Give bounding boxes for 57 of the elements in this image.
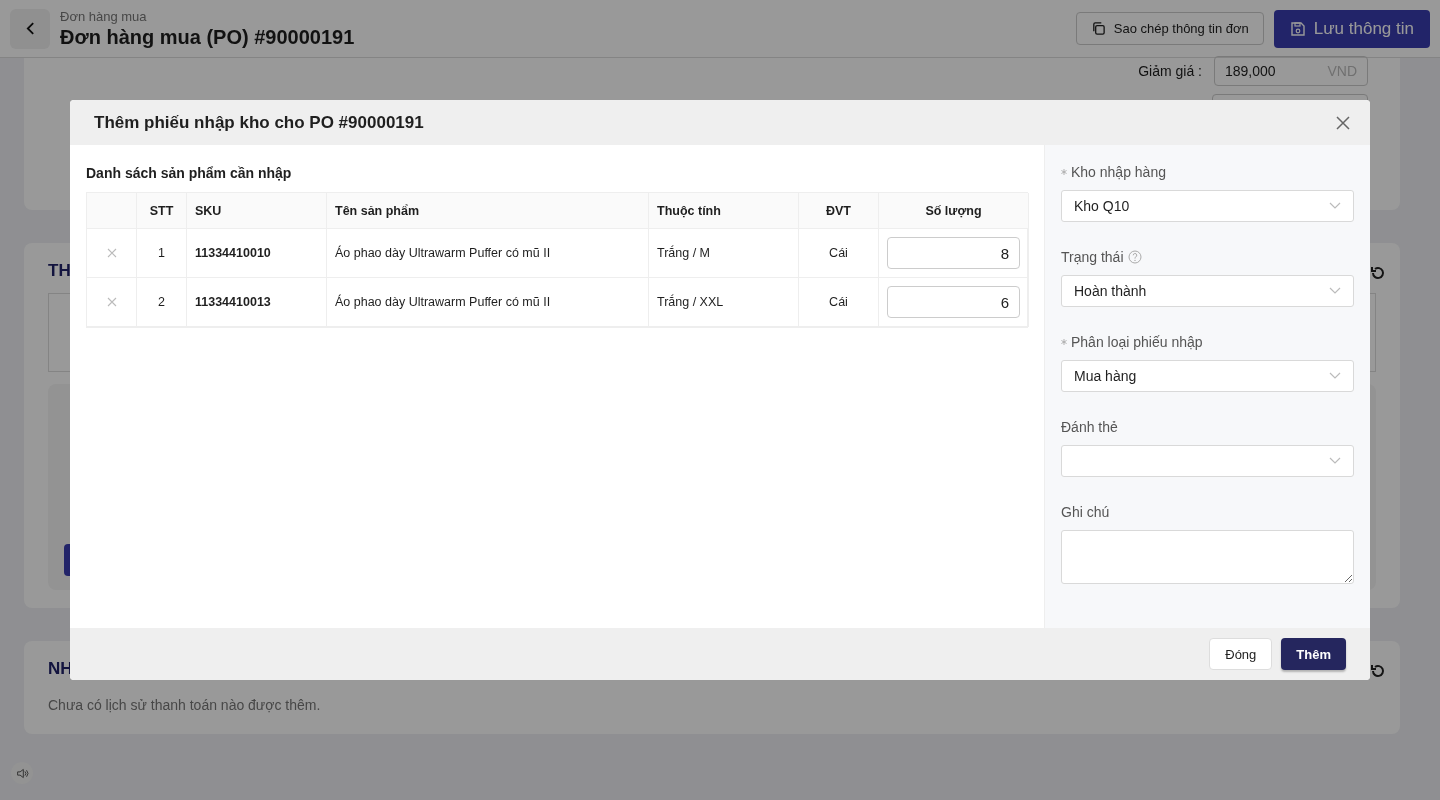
copy-icon (1090, 21, 1106, 36)
table-cell: Áo phao dày Ultrawarm Puffer có mũ II (327, 278, 649, 328)
select-field[interactable]: Hoàn thành (1061, 275, 1354, 308)
close-icon (106, 248, 117, 259)
remove-button[interactable] (106, 248, 117, 259)
chevron-down-icon (1329, 287, 1341, 296)
quantity-field[interactable]: 8 (887, 237, 1020, 270)
close-icon (1336, 115, 1350, 130)
column-header: STT (137, 193, 187, 230)
close-dialog-button[interactable]: Đóng (1209, 638, 1273, 671)
chevron-down-icon (1329, 457, 1341, 466)
speaker-icon (15, 766, 29, 780)
table-cell: 11334410010 (187, 229, 327, 279)
select-field[interactable] (1061, 445, 1354, 478)
save-button[interactable]: Lưu thông tin (1273, 9, 1430, 48)
table-cell: Cái (799, 278, 879, 328)
column-header: Thuộc tính (649, 193, 799, 230)
dialog-title: Thêm phiếu nhập kho cho PO #90000191 (94, 112, 424, 133)
chevron-down-icon (1329, 372, 1341, 381)
help-icon[interactable] (1127, 249, 1142, 264)
empty-message: Chưa có lịch sử thanh toán nào được thêm. (48, 697, 322, 713)
column-header: ĐVT (799, 193, 879, 230)
section-title: Danh sách sản phẩm cần nhập (86, 165, 293, 182)
close-button[interactable] (1336, 115, 1350, 130)
field-label: Phân loại phiếu nhập (1071, 333, 1203, 350)
select-field[interactable]: Kho Q10 (1061, 190, 1354, 223)
chevron-down-icon (1329, 202, 1341, 211)
note-field[interactable] (1061, 530, 1354, 585)
field-label: Trạng thái (1061, 248, 1124, 265)
sound-button[interactable] (11, 762, 33, 784)
table-cell: Áo phao dày Ultrawarm Puffer có mũ II (327, 229, 649, 279)
remove-button[interactable] (106, 297, 117, 308)
table-cell: Trắng / M (649, 229, 799, 279)
table-cell: 1 (137, 229, 187, 279)
select-field[interactable]: Mua hàng (1061, 360, 1354, 393)
column-header: Số lượng (879, 193, 1029, 230)
field-label: Kho nhập hàng (1071, 163, 1166, 180)
table-cell: 2 (137, 278, 187, 328)
add-button[interactable]: Thêm (1281, 638, 1346, 671)
discount-label: Giảm giá : (1138, 63, 1202, 79)
card-title: TH (48, 261, 72, 281)
chevron-left-icon (25, 21, 35, 36)
column-header: SKU (187, 193, 327, 230)
table-cell: 11334410013 (187, 278, 327, 328)
close-icon (106, 297, 117, 308)
column-header: Tên sản phẩm (327, 193, 649, 230)
field-label: Ghi chú (1061, 503, 1110, 520)
rotate-icon[interactable] (1370, 265, 1386, 281)
quantity-field[interactable]: 6 (887, 286, 1020, 319)
table-cell: Trắng / XXL (649, 278, 799, 328)
table-cell: Cái (799, 229, 879, 279)
page-title: Đơn hàng mua (PO) #90000191 (60, 25, 356, 49)
field-label: Đánh thẻ (1061, 418, 1118, 435)
rotate-icon[interactable] (1370, 663, 1386, 679)
back-button[interactable] (10, 8, 50, 49)
save-icon (1289, 20, 1306, 37)
copy-button[interactable]: Sao chép thông tin đơn (1075, 12, 1264, 45)
